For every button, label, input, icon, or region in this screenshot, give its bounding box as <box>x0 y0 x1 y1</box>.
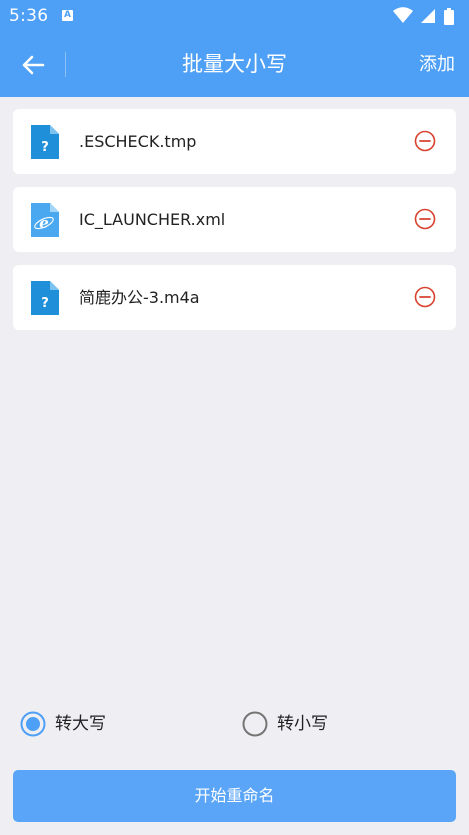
start-rename-button[interactable]: 开始重命名 <box>13 770 456 822</box>
add-button[interactable]: 添加 <box>419 52 455 77</box>
wifi-icon <box>393 7 413 23</box>
file-item[interactable]: ? .ESCHECK.tmp <box>13 109 456 174</box>
radio-checked-icon[interactable] <box>20 711 46 737</box>
case-options: 转大写 转小写 <box>0 706 469 742</box>
remove-circle-icon[interactable] <box>414 130 436 152</box>
remove-circle-icon[interactable] <box>414 286 436 308</box>
signal-icon <box>421 9 435 23</box>
file-name: .ESCHECK.tmp <box>79 132 197 151</box>
app-header: 5:36 A 批量大小写 添加 <box>0 0 469 97</box>
unknown-file-icon: ? <box>31 125 59 159</box>
unknown-file-icon: ? <box>31 281 59 315</box>
uppercase-option[interactable]: 转大写 <box>20 710 106 738</box>
uppercase-label: 转大写 <box>55 714 106 734</box>
file-item[interactable]: e IC_LAUNCHER.xml <box>13 187 456 252</box>
battery-icon <box>444 8 454 25</box>
status-icons <box>393 6 461 26</box>
web-file-icon: e <box>31 203 59 237</box>
svg-text:?: ? <box>41 140 49 155</box>
notification-a-icon: A <box>62 10 73 21</box>
lowercase-option[interactable]: 转小写 <box>242 710 328 738</box>
lowercase-label: 转小写 <box>277 714 328 734</box>
svg-text:e: e <box>39 214 49 232</box>
file-item[interactable]: ? 简鹿办公-3.m4a <box>13 265 456 330</box>
page-title: 批量大小写 <box>182 52 287 76</box>
file-list: ? .ESCHECK.tmp e IC_LAUNCHER.xml ? 简鹿办公-… <box>13 109 456 343</box>
svg-text:?: ? <box>41 296 49 311</box>
status-time: 5:36 <box>9 6 49 26</box>
toolbar: 批量大小写 添加 <box>0 33 469 97</box>
file-name: 简鹿办公-3.m4a <box>79 288 200 307</box>
file-name: IC_LAUNCHER.xml <box>79 210 226 229</box>
status-bar: 5:36 A <box>0 0 469 33</box>
radio-unchecked-icon[interactable] <box>242 711 268 737</box>
remove-circle-icon[interactable] <box>414 208 436 230</box>
